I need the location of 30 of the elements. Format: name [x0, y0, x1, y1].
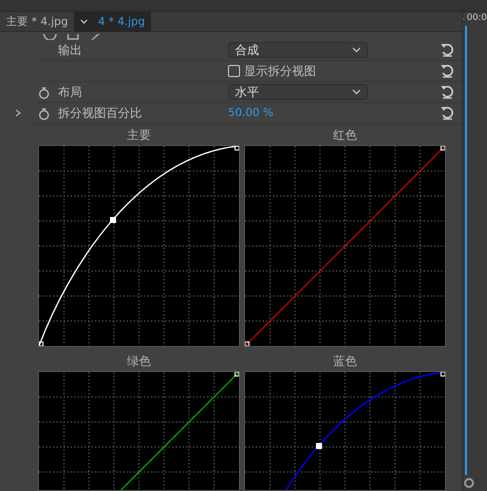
curve-title: 主要	[126, 127, 152, 144]
pen-icon[interactable]	[89, 34, 101, 40]
dropdown[interactable]: 合成	[228, 42, 368, 58]
curve-title: 绿色	[126, 353, 152, 370]
caret-icon[interactable]	[352, 47, 361, 53]
reset-icon[interactable]	[440, 106, 454, 120]
circle-handle-icon[interactable]	[463, 477, 475, 489]
caret-icon[interactable]	[80, 19, 88, 25]
curve-graph[interactable]	[245, 146, 445, 346]
curve-title: 蓝色	[332, 353, 358, 370]
curve-graph[interactable]	[245, 372, 445, 490]
reset-icon[interactable]	[440, 43, 454, 57]
timecode: 00:0	[466, 12, 487, 25]
caret-icon[interactable]	[352, 89, 361, 95]
curve-graph[interactable]	[39, 372, 239, 490]
tab[interactable]: 4 * 4.jpg	[74, 12, 152, 32]
checkbox-label: 显示拆分视图	[244, 63, 316, 80]
stopwatch-icon[interactable]	[38, 86, 50, 99]
reset-icon[interactable]	[440, 64, 454, 78]
value-field[interactable]: 50.00 %	[228, 104, 274, 122]
stopwatch-icon[interactable]	[38, 108, 50, 120]
property-label: 布局	[58, 84, 83, 101]
reset-icon[interactable]	[440, 85, 454, 99]
dropdown[interactable]: 水平	[228, 84, 368, 100]
tab[interactable]: 主要 * 4.jpg	[0, 12, 74, 32]
expand-icon[interactable]	[14, 109, 22, 117]
property-label: 输出	[58, 42, 83, 59]
property-label: 拆分视图百分比	[58, 105, 143, 122]
curve-title: 红色	[332, 127, 358, 144]
checkbox[interactable]	[228, 65, 240, 77]
